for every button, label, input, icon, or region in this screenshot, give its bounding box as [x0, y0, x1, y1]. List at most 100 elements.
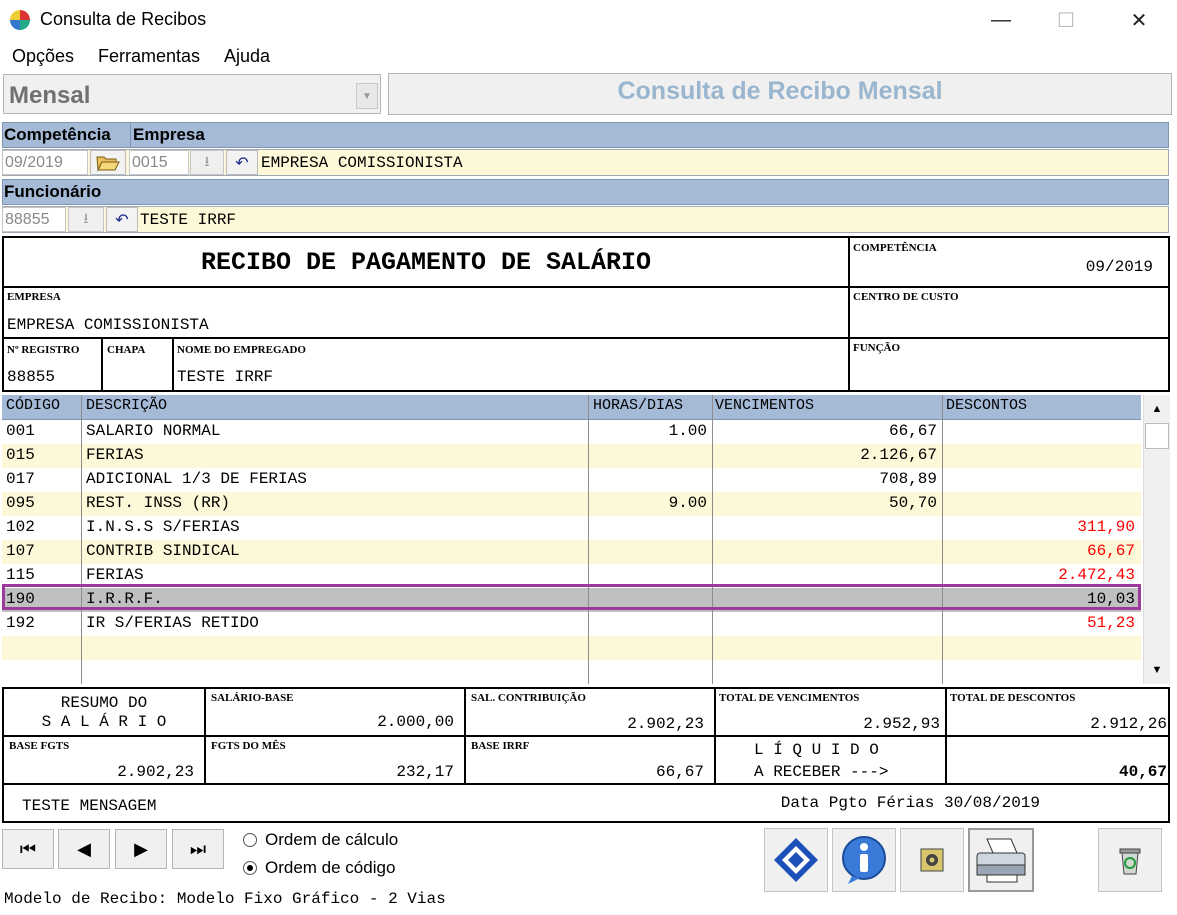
cell-horas: 1.00: [668, 422, 707, 440]
first-record-button[interactable]: ⏮: [2, 829, 54, 869]
cell-descontos: 10,03: [1086, 590, 1135, 608]
delete-button[interactable]: [1098, 828, 1162, 892]
table-header: CÓDIGO DESCRIÇÃO HORAS/DIAS VENCIMENTOS …: [2, 395, 1141, 420]
cell-descontos: 66,67: [1086, 542, 1135, 560]
last-record-button[interactable]: ⏭: [172, 829, 224, 869]
salario-base-label: SALÁRIO-BASE: [211, 692, 294, 704]
registro-box: Nº REGISTRO 88855: [2, 337, 103, 392]
minimize-button[interactable]: —: [972, 0, 1030, 40]
mode-select[interactable]: Mensal ▼: [3, 74, 381, 114]
cell-codigo: 107: [6, 542, 35, 560]
gear-icon: [920, 848, 944, 872]
chevron-down-icon[interactable]: ▼: [356, 83, 378, 109]
funcionario-code-field[interactable]: 88855: [2, 207, 66, 232]
nome-label: NOME DO EMPREGADO: [177, 344, 306, 356]
printer-icon: [976, 838, 1026, 883]
menu-ferramentas[interactable]: Ferramentas: [98, 46, 200, 67]
col-vencimentos[interactable]: VENCIMENTOS: [715, 397, 814, 414]
competencia-label: Competência: [4, 125, 111, 144]
table-row[interactable]: 102 I.N.S.S S/FERIAS 311,90: [2, 516, 1141, 540]
competencia-field[interactable]: 09/2019: [2, 150, 88, 175]
receipt-title: RECIBO DE PAGAMENTO DE SALÁRIO: [200, 248, 652, 277]
last-icon: ⏭: [189, 838, 207, 859]
resumo-title: RESUMO DO: [60, 694, 148, 712]
scroll-thumb[interactable]: [1145, 423, 1169, 449]
prev-icon: ◀: [77, 838, 91, 859]
order-calc-radio[interactable]: [243, 833, 257, 847]
base-fgts-label: BASE FGTS: [9, 740, 70, 752]
table-row[interactable]: 190 I.R.R.F. 10,03: [2, 588, 1141, 612]
app-icon: [10, 10, 30, 30]
cell-descricao: IR S/FERIAS RETIDO: [86, 614, 259, 632]
next-icon: ▶: [134, 838, 148, 859]
base-fgts-value: 2.902,23: [117, 763, 194, 781]
table-row[interactable]: 017 ADICIONAL 1/3 DE FERIAS 708,89: [2, 468, 1141, 492]
competencia-box: COMPETÊNCIA 09/2019: [848, 236, 1170, 288]
col-codigo[interactable]: CÓDIGO: [6, 397, 60, 414]
settings-button[interactable]: [900, 828, 964, 892]
base-irrf-value: 66,67: [655, 763, 704, 781]
scroll-up-icon[interactable]: ▲: [1145, 397, 1169, 421]
entries-table: CÓDIGO DESCRIÇÃO HORAS/DIAS VENCIMENTOS …: [2, 395, 1141, 684]
page-title: Consulta de Recibo Mensal: [617, 77, 943, 105]
order-code-radio[interactable]: [243, 861, 257, 875]
cell-codigo: 190: [6, 590, 35, 608]
mode-select-value: Mensal: [9, 82, 91, 109]
header-panel: Consulta de Recibo Mensal: [388, 73, 1172, 115]
window-title: Consulta de Recibos: [40, 9, 207, 29]
table-row[interactable]: [2, 636, 1141, 660]
total-venc-box: TOTAL DE VENCIMENTOS 2.952,93: [714, 687, 947, 737]
table-row[interactable]: 115 FERIAS 2.472,43: [2, 564, 1141, 588]
col-descricao[interactable]: DESCRIÇÃO: [86, 397, 167, 414]
menu-ajuda[interactable]: Ajuda: [224, 46, 270, 67]
close-button[interactable]: ✕: [1110, 0, 1168, 40]
cell-codigo: 192: [6, 614, 35, 632]
employee-header-strip: Funcionário: [2, 179, 1169, 205]
order-code-label[interactable]: Ordem de código: [265, 858, 395, 878]
menu-opcoes[interactable]: Opções: [12, 46, 74, 67]
competencia-box-value: 09/2019: [1085, 258, 1153, 276]
cell-codigo: 001: [6, 422, 35, 440]
centro-custo-label: CENTRO DE CUSTO: [853, 291, 959, 303]
undo-icon[interactable]: ↶: [106, 207, 138, 232]
next-record-button[interactable]: ▶: [115, 829, 167, 869]
prev-record-button[interactable]: ◀: [58, 829, 110, 869]
table-row[interactable]: 015 FERIAS 2.126,67: [2, 444, 1141, 468]
total-venc-label: TOTAL DE VENCIMENTOS: [719, 692, 860, 704]
col-horas[interactable]: HORAS/DIAS: [593, 397, 683, 414]
centro-custo-box: CENTRO DE CUSTO: [848, 286, 1170, 339]
cell-descricao: REST. INSS (RR): [86, 494, 231, 512]
table-row[interactable]: [2, 660, 1141, 684]
order-calc-label[interactable]: Ordem de cálculo: [265, 830, 398, 850]
company-header-strip: Competência Empresa: [2, 122, 1169, 148]
cell-codigo: 015: [6, 446, 35, 464]
print-button[interactable]: [968, 828, 1034, 892]
cell-vencimentos: 708,89: [879, 470, 937, 488]
maximize-button[interactable]: ☐: [1037, 0, 1095, 40]
navigate-button[interactable]: [764, 828, 828, 892]
info-button[interactable]: [832, 828, 896, 892]
scroll-down-icon[interactable]: ▼: [1145, 658, 1169, 682]
funcao-box: FUNÇÃO: [848, 337, 1170, 392]
empresa-box-label: EMPRESA: [7, 291, 61, 303]
folder-open-icon: [96, 156, 120, 172]
chapa-box: CHAPA: [101, 337, 174, 392]
open-folder-button[interactable]: [90, 150, 126, 175]
download-icon[interactable]: ⭳: [190, 150, 224, 175]
message-text: TESTE MENSAGEM: [22, 797, 157, 815]
salario-base-box: SALÁRIO-BASE 2.000,00: [204, 687, 466, 737]
table-row[interactable]: 001 SALARIO NORMAL 1.00 66,67: [2, 420, 1141, 444]
undo-icon[interactable]: ↶: [226, 150, 258, 175]
table-row[interactable]: 192 IR S/FERIAS RETIDO 51,23: [2, 612, 1141, 636]
col-descontos[interactable]: DESCONTOS: [946, 397, 1027, 414]
download-icon[interactable]: ⭳: [68, 207, 104, 232]
message-box: TESTE MENSAGEM Data Pgto Férias 30/08/20…: [2, 783, 1170, 823]
divider: [130, 123, 131, 147]
table-row[interactable]: 095 REST. INSS (RR) 9.00 50,70: [2, 492, 1141, 516]
table-row[interactable]: 107 CONTRIB SINDICAL 66,67: [2, 540, 1141, 564]
base-fgts-box: BASE FGTS 2.902,23: [2, 735, 206, 785]
receipt-title-box: RECIBO DE PAGAMENTO DE SALÁRIO: [2, 236, 850, 288]
empresa-code-field[interactable]: 0015: [129, 150, 189, 175]
funcionario-label: Funcionário: [4, 182, 102, 201]
table-scrollbar[interactable]: ▲ ▼: [1143, 395, 1170, 684]
